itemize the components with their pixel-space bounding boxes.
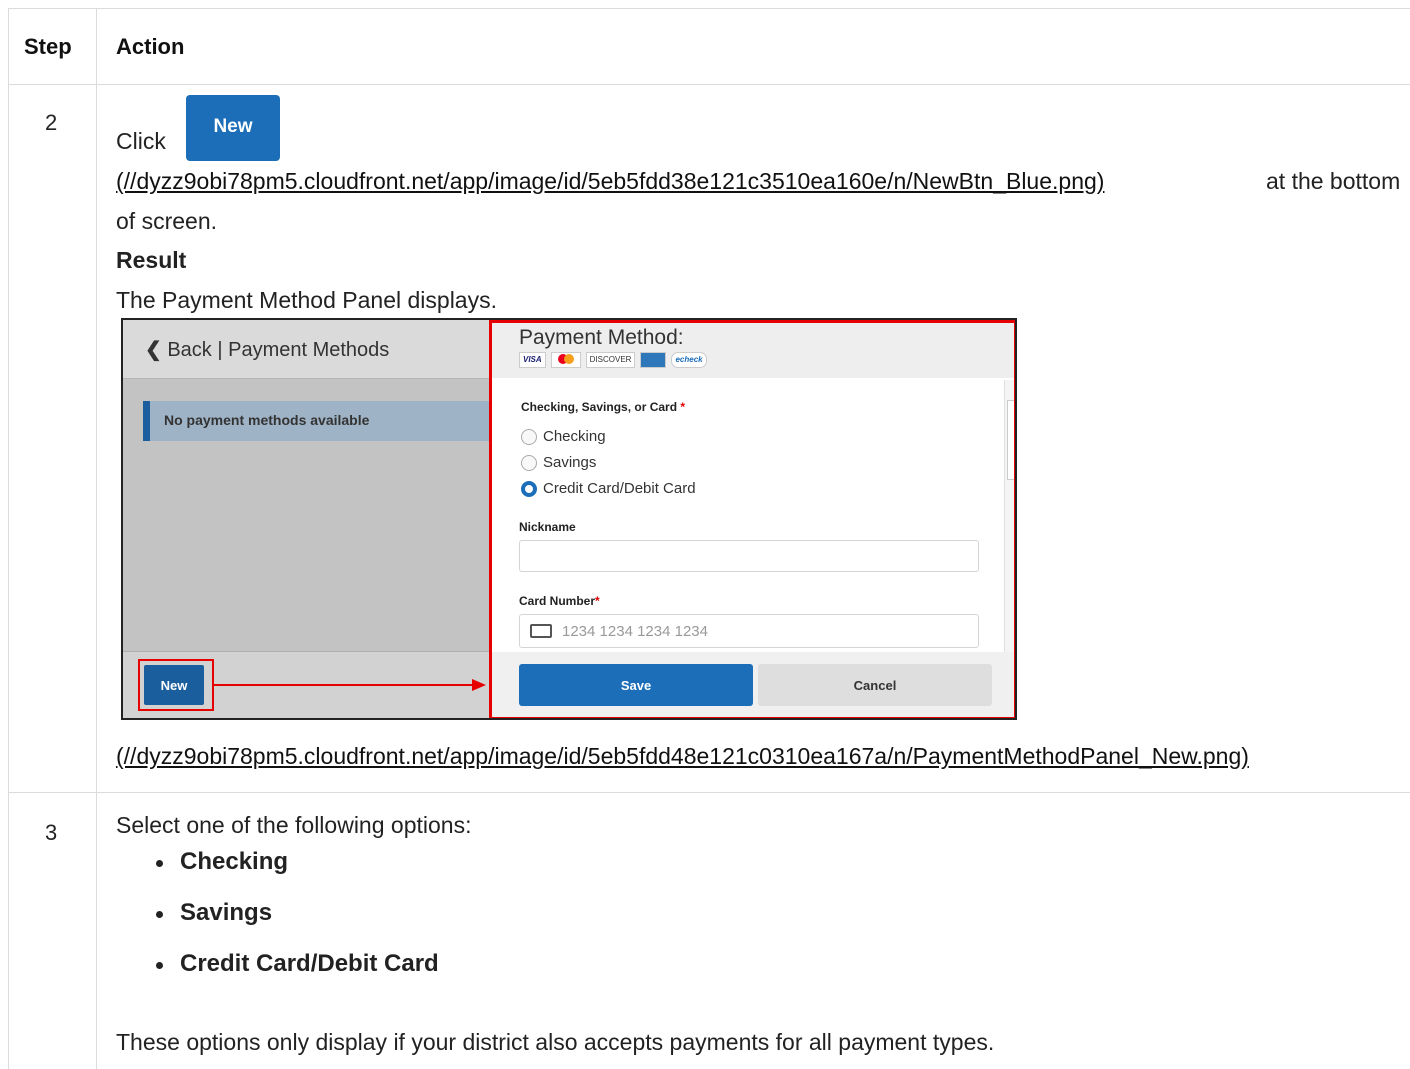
table-top-border (8, 8, 1410, 9)
step-number-2: 2 (45, 110, 58, 135)
list-item: Checking (150, 848, 439, 899)
table-left-border (8, 8, 9, 1069)
list-item: Savings (150, 899, 439, 950)
back-link: ❮ Back | Payment Methods (145, 337, 389, 362)
list-item: Credit Card/Debit Card (150, 950, 439, 1001)
header-step: Step (24, 34, 72, 59)
result-text: The Payment Method Panel displays. (116, 287, 497, 313)
header-action: Action (116, 34, 185, 59)
back-label: Back | Payment Methods (167, 339, 390, 361)
new-button-image-link[interactable]: (//dyzz9obi78pm5.cloudfront.net/app/imag… (116, 168, 1104, 195)
column-divider (96, 8, 97, 1069)
empty-list-message: No payment methods available (143, 401, 495, 441)
click-text: Click (116, 128, 166, 154)
new-button-image-label: New (213, 116, 253, 137)
arrow-icon (214, 679, 486, 691)
empty-message-text: No payment methods available (164, 412, 370, 428)
left-panel-body: No payment methods available (123, 379, 495, 651)
left-panel-header: ❮ Back | Payment Methods (123, 320, 493, 379)
payment-method-panel-screenshot: ❮ Back | Payment Methods No payment meth… (121, 318, 1017, 720)
new-button-highlight (138, 659, 214, 711)
step-number-3: 3 (45, 820, 58, 845)
options-intro: Select one of the following options: (116, 812, 472, 838)
panel-image-link[interactable]: (//dyzz9obi78pm5.cloudfront.net/app/imag… (116, 743, 1249, 770)
header-bottom-border (8, 84, 1410, 85)
options-list: Checking Savings Credit Card/Debit Card (150, 848, 439, 1001)
row2-bottom-border (8, 792, 1410, 793)
panel-highlight (489, 320, 1015, 718)
result-heading: Result (116, 247, 187, 273)
bottom-text: at the bottom (1266, 168, 1401, 194)
chevron-left-icon: ❮ (145, 339, 168, 361)
options-note: These options only display if your distr… (116, 1029, 995, 1055)
of-screen-text: of screen. (116, 208, 217, 234)
new-button-image: New (186, 95, 280, 161)
